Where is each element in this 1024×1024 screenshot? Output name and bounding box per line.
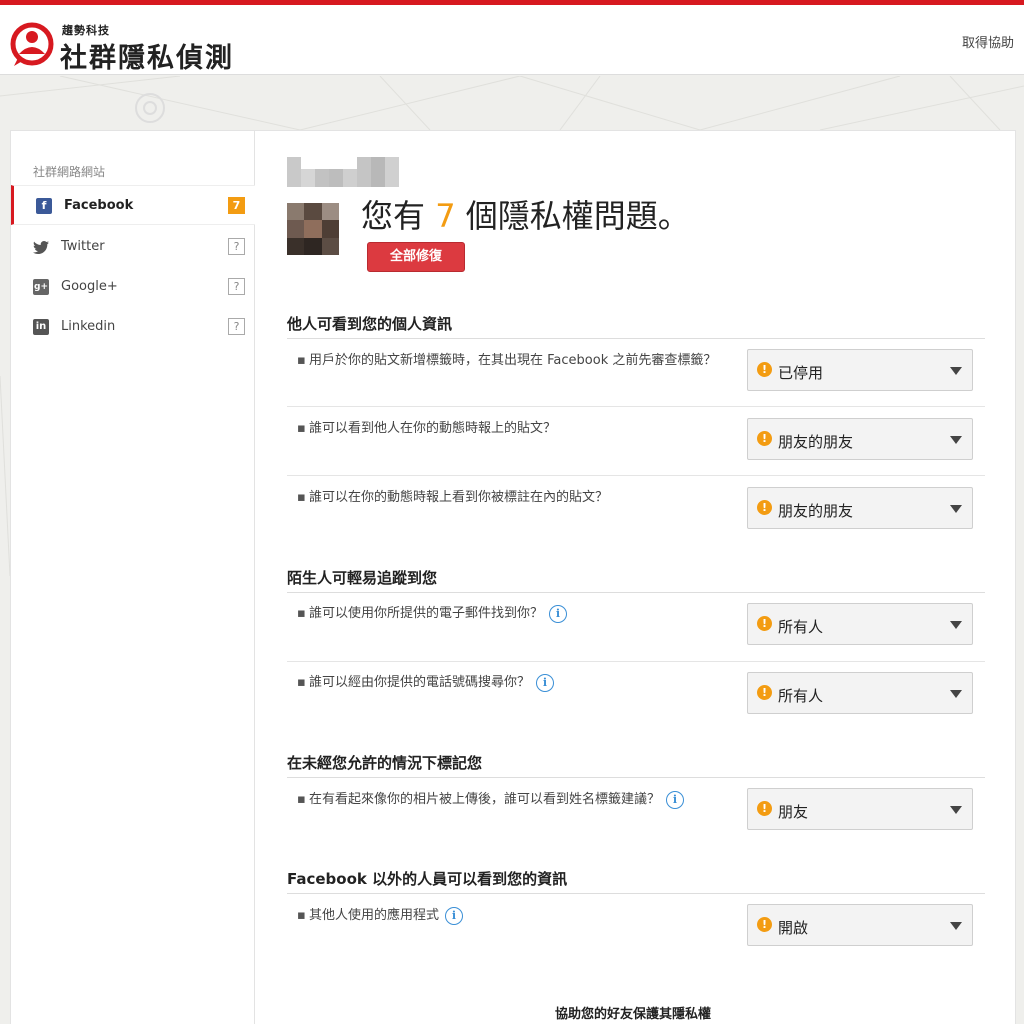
privacy-setting-dropdown[interactable]: ! 朋友的朋友	[747, 418, 973, 460]
sidebar-item-google-plus[interactable]: g+ Google+ ?	[11, 267, 255, 307]
dropdown-value: 所有人	[778, 687, 824, 705]
chevron-down-icon	[950, 621, 962, 629]
sidebar-item-facebook[interactable]: f Facebook 7	[11, 185, 255, 225]
trend-micro-logo-icon	[10, 22, 54, 66]
section-title: 陌生人可輕易追蹤到您	[287, 569, 438, 587]
section-divider	[287, 893, 985, 894]
twitter-icon	[33, 241, 49, 254]
unknown-status-badge: ?	[228, 238, 245, 255]
chevron-down-icon	[950, 505, 962, 513]
headline-prefix: 您有	[361, 197, 426, 235]
warning-icon: !	[757, 616, 772, 631]
app-title: 社群隱私偵測	[60, 43, 234, 74]
privacy-question: ▪ 用戶於你的貼文新增標籤時，在其出現在 Facebook 之前先審查標籤？	[297, 353, 717, 368]
privacy-question: ▪ 誰可以使用你所提供的電子郵件找到你？ i	[297, 604, 717, 623]
info-icon[interactable]: i	[536, 674, 555, 692]
headline-suffix: 個隱私權問題。	[465, 197, 690, 235]
privacy-question: ▪ 其他人使用的應用程式 i	[297, 906, 717, 925]
get-help-link[interactable]: 取得協助	[962, 32, 1014, 51]
section-title: 在未經您允許的情況下標記您	[287, 754, 483, 772]
chevron-down-icon	[950, 436, 962, 444]
warning-icon: !	[757, 685, 772, 700]
facebook-icon: f	[36, 198, 52, 214]
dropdown-value: 開啟	[778, 919, 809, 937]
privacy-setting-dropdown[interactable]: ! 所有人	[747, 672, 973, 714]
info-icon[interactable]: i	[666, 791, 685, 809]
warning-icon: !	[757, 362, 772, 377]
section-divider	[287, 338, 985, 339]
sidebar: 社群網路網站 f Facebook 7 Twitter ? g+ Google+…	[11, 131, 255, 1024]
dropdown-value: 朋友的朋友	[778, 433, 854, 451]
sidebar-item-linkedin[interactable]: in Linkedin ?	[11, 307, 255, 347]
section-divider	[287, 777, 985, 778]
sidebar-item-label: Facebook	[64, 198, 134, 213]
chevron-down-icon	[950, 690, 962, 698]
sidebar-item-label: Twitter	[61, 239, 105, 254]
section-title: 他人可看到您的個人資訊	[287, 315, 453, 333]
privacy-question: ▪ 在有看起來像你的相片被上傳後，誰可以看到姓名標籤建議？ i	[297, 790, 717, 809]
privacy-issue-headline: 您有 7 個隱私權問題。	[361, 191, 690, 237]
fix-all-button[interactable]: 全部修復	[367, 242, 465, 272]
question-text: 誰可以看到他人在你的動態時報上的貼文？	[309, 421, 557, 436]
dropdown-value: 朋友的朋友	[778, 502, 854, 520]
unknown-status-badge: ?	[228, 278, 245, 295]
app-header: 趨勢科技 社群隱私偵測 取得協助	[0, 5, 1024, 75]
help-friends-heading: 協助您的好友保護其隱私權	[555, 1007, 712, 1022]
question-text: 用戶於你的貼文新增標籤時，在其出現在 Facebook 之前先審查標籤？	[309, 353, 717, 368]
blurred-user-name	[287, 157, 399, 187]
sidebar-item-twitter[interactable]: Twitter ?	[11, 227, 255, 267]
section-title: Facebook 以外的人員可以看到您的資訊	[287, 870, 568, 888]
privacy-setting-dropdown[interactable]: ! 朋友	[747, 788, 973, 830]
question-text: 在有看起來像你的相片被上傳後，誰可以看到姓名標籤建議？	[309, 792, 661, 807]
question-text: 誰可以在你的動態時報上看到你被標註在內的貼文？	[309, 490, 609, 505]
question-text: 誰可以使用你所提供的電子郵件找到你？	[309, 606, 544, 621]
warning-icon: !	[757, 801, 772, 816]
privacy-setting-dropdown[interactable]: ! 所有人	[747, 603, 973, 645]
privacy-setting-dropdown[interactable]: ! 已停用	[747, 349, 973, 391]
chevron-down-icon	[950, 367, 962, 375]
dropdown-value: 所有人	[778, 618, 824, 636]
section-divider	[287, 592, 985, 593]
row-divider	[287, 661, 985, 662]
chevron-down-icon	[950, 806, 962, 814]
privacy-question: ▪ 誰可以在你的動態時報上看到你被標註在內的貼文？	[297, 490, 609, 505]
privacy-question: ▪ 誰可以看到他人在你的動態時報上的貼文？	[297, 421, 557, 436]
warning-icon: !	[757, 431, 772, 446]
google-plus-icon: g+	[33, 279, 49, 295]
row-divider	[287, 406, 985, 407]
question-text: 其他人使用的應用程式	[309, 908, 440, 923]
sidebar-item-label: Google+	[61, 279, 118, 294]
issue-count-badge: 7	[228, 197, 245, 214]
linkedin-icon: in	[33, 319, 49, 335]
privacy-question: ▪ 誰可以經由你提供的電話號碼搜尋你？ i	[297, 673, 717, 692]
dropdown-value: 朋友	[778, 803, 809, 821]
row-divider	[287, 475, 985, 476]
info-icon[interactable]: i	[549, 605, 568, 623]
warning-icon: !	[757, 500, 772, 515]
sidebar-item-label: Linkedin	[61, 319, 116, 334]
main-content: 您有 7 個隱私權問題。 全部修復 他人可看到您的個人資訊 ▪ 用戶於你的貼文新增…	[287, 131, 987, 1024]
content-panel: 社群網路網站 f Facebook 7 Twitter ? g+ Google+…	[10, 130, 1016, 1024]
warning-icon: !	[757, 917, 772, 932]
blurred-avatar	[287, 203, 339, 255]
privacy-setting-dropdown[interactable]: ! 朋友的朋友	[747, 487, 973, 529]
question-text: 誰可以經由你提供的電話號碼搜尋你？	[309, 675, 531, 690]
unknown-status-badge: ?	[228, 318, 245, 335]
info-icon[interactable]: i	[445, 907, 464, 925]
dropdown-value: 已停用	[778, 364, 824, 382]
sidebar-title: 社群網路網站	[33, 165, 106, 179]
privacy-setting-dropdown[interactable]: ! 開啟	[747, 904, 973, 946]
chevron-down-icon	[950, 922, 962, 930]
issue-count: 7	[435, 197, 456, 235]
